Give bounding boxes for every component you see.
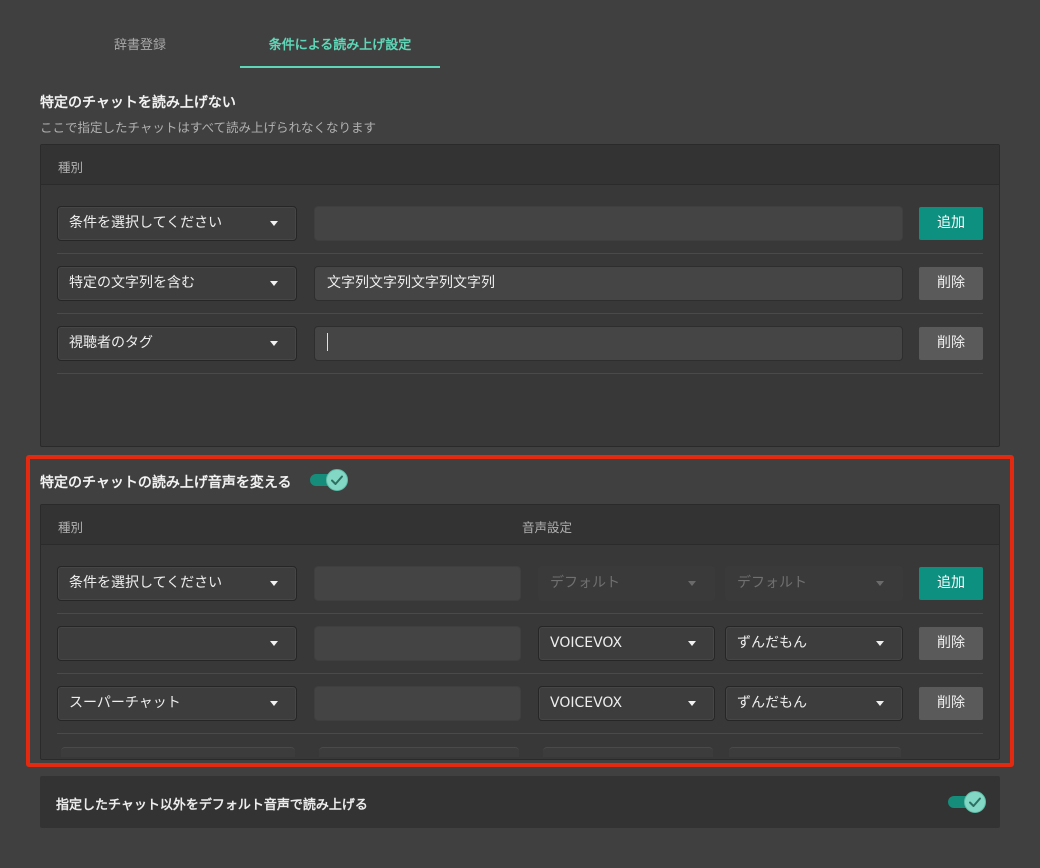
engine-select[interactable]: VOICEVOX bbox=[538, 686, 715, 721]
engine-select-value: VOICEVOX bbox=[550, 695, 623, 711]
condition-select[interactable]: 条件を選択してください bbox=[57, 566, 297, 601]
condition-select[interactable]: 視聴者のタグ bbox=[57, 326, 297, 361]
condition-select[interactable]: 特定の文字列を含む bbox=[57, 266, 297, 301]
mute-rule-row: 条件を選択してください 追加 bbox=[57, 194, 983, 254]
condition-select-value: 条件を選択してください bbox=[69, 215, 223, 231]
condition-select[interactable] bbox=[57, 626, 297, 661]
delete-button[interactable]: 削除 bbox=[919, 627, 983, 660]
partial-voice-select bbox=[729, 747, 901, 757]
mute-rule-row: 視聴者のタグ 削除 bbox=[57, 314, 983, 374]
condition-value-input[interactable] bbox=[314, 626, 521, 661]
toggle-knob bbox=[326, 469, 348, 491]
mute-section-title: 特定のチャットを読み上げない bbox=[40, 95, 236, 111]
condition-select-value: 条件を選択してください bbox=[69, 575, 223, 591]
chevron-down-icon bbox=[876, 581, 884, 586]
condition-select-value: スーパーチャット bbox=[69, 695, 181, 711]
chevron-down-icon bbox=[270, 221, 278, 226]
tab-conditional-reading[interactable]: 条件による読み上げ設定 bbox=[240, 26, 440, 68]
mute-section-subtitle: ここで指定したチャットはすべて読み上げられなくなります bbox=[40, 120, 377, 135]
check-icon bbox=[331, 475, 343, 485]
chevron-down-icon bbox=[876, 641, 884, 646]
voice-rules-panel: 種別 音声設定 条件を選択してください デフォルト デフォルト 追加 VOICE… bbox=[40, 504, 1000, 760]
engine-select[interactable]: VOICEVOX bbox=[538, 626, 715, 661]
partial-value-input bbox=[319, 747, 519, 757]
toggle-knob bbox=[964, 791, 986, 813]
delete-button[interactable]: 削除 bbox=[919, 267, 983, 300]
voice-select-value: ずんだもん bbox=[737, 695, 807, 711]
chevron-down-icon bbox=[688, 581, 696, 586]
chevron-down-icon bbox=[270, 581, 278, 586]
voice-section-toggle[interactable] bbox=[310, 469, 350, 491]
chevron-down-icon bbox=[270, 281, 278, 286]
voice-select[interactable]: ずんだもん bbox=[725, 626, 903, 661]
column-voice-label: 音声設定 bbox=[522, 520, 573, 535]
chevron-down-icon bbox=[688, 641, 696, 646]
condition-value-input[interactable] bbox=[314, 206, 903, 241]
voice-rule-row: スーパーチャット VOICEVOX ずんだもん 削除 bbox=[57, 674, 983, 734]
engine-select-value: デフォルト bbox=[550, 575, 620, 591]
delete-button[interactable]: 削除 bbox=[919, 687, 983, 720]
engine-select[interactable]: デフォルト bbox=[538, 566, 715, 601]
chevron-down-icon bbox=[688, 701, 696, 706]
condition-value-input[interactable] bbox=[314, 326, 903, 361]
voice-select-value: ずんだもん bbox=[737, 635, 807, 651]
default-voice-bar: 指定したチャット以外をデフォルト音声で読み上げる bbox=[40, 776, 1000, 828]
condition-value-text: 文字列文字列文字列文字列 bbox=[327, 275, 495, 291]
column-type-label: 種別 bbox=[58, 160, 84, 175]
condition-select[interactable]: 条件を選択してください bbox=[57, 206, 297, 241]
partial-condition-select bbox=[61, 747, 295, 757]
text-cursor bbox=[327, 332, 328, 351]
chevron-down-icon bbox=[270, 641, 278, 646]
condition-select-value: 視聴者のタグ bbox=[69, 335, 153, 351]
voice-select[interactable]: デフォルト bbox=[725, 566, 903, 601]
check-icon bbox=[969, 797, 981, 807]
condition-value-input[interactable] bbox=[314, 566, 521, 601]
voice-rule-row: 条件を選択してください デフォルト デフォルト 追加 bbox=[57, 554, 983, 614]
partial-engine-select bbox=[543, 747, 713, 757]
condition-value-input[interactable]: 文字列文字列文字列文字列 bbox=[314, 266, 903, 301]
voice-section-title: 特定のチャットの読み上げ音声を変える bbox=[40, 475, 292, 491]
condition-value-input[interactable] bbox=[314, 686, 521, 721]
engine-select-value: VOICEVOX bbox=[550, 635, 623, 651]
column-type-label: 種別 bbox=[58, 520, 84, 535]
mute-rule-row: 特定の文字列を含む 文字列文字列文字列文字列 削除 bbox=[57, 254, 983, 314]
delete-button[interactable]: 削除 bbox=[919, 327, 983, 360]
voice-rule-row: VOICEVOX ずんだもん 削除 bbox=[57, 614, 983, 674]
add-button[interactable]: 追加 bbox=[919, 207, 983, 240]
mute-rules-panel: 種別 条件を選択してください 追加 特定の文字列を含む 文字列文字列文字列文字列… bbox=[40, 144, 1000, 447]
default-voice-label: 指定したチャット以外をデフォルト音声で読み上げる bbox=[56, 798, 368, 813]
add-button[interactable]: 追加 bbox=[919, 567, 983, 600]
chevron-down-icon bbox=[270, 701, 278, 706]
condition-select-value: 特定の文字列を含む bbox=[69, 275, 195, 291]
mute-panel-header: 種別 bbox=[41, 145, 999, 185]
default-voice-toggle[interactable] bbox=[948, 791, 988, 813]
chevron-down-icon bbox=[270, 341, 278, 346]
settings-page: 辞書登録 条件による読み上げ設定 特定のチャットを読み上げない ここで指定したチ… bbox=[0, 0, 1040, 868]
voice-panel-header: 種別 音声設定 bbox=[41, 505, 999, 545]
tab-bar: 辞書登録 条件による読み上げ設定 bbox=[40, 26, 1000, 68]
voice-select-value: デフォルト bbox=[737, 575, 807, 591]
condition-select[interactable]: スーパーチャット bbox=[57, 686, 297, 721]
chevron-down-icon bbox=[876, 701, 884, 706]
voice-select[interactable]: ずんだもん bbox=[725, 686, 903, 721]
tab-dictionary[interactable]: 辞書登録 bbox=[40, 26, 240, 68]
